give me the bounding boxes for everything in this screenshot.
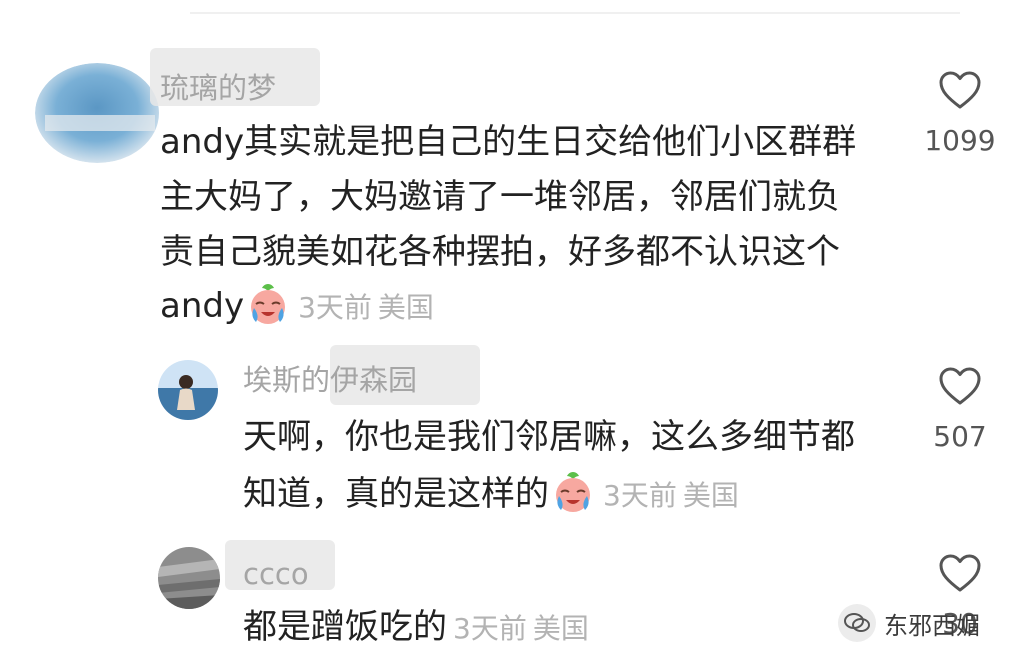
top-divider (190, 12, 960, 14)
comment-last-line: andy 3天前 美国 (160, 279, 434, 335)
username[interactable]: 埃斯的伊森园 (243, 366, 417, 395)
username[interactable]: ccco (243, 560, 309, 589)
comment-line: 责自己貌美如花各种摆拍，好多都不认识这个 (160, 232, 840, 272)
comment-location: 美国 (532, 612, 589, 645)
heart-outline-icon (939, 554, 981, 592)
comment-location: 美国 (377, 291, 434, 324)
comment-location: 美国 (682, 479, 739, 512)
crying-face-emoji (246, 282, 290, 326)
heart-outline-icon (939, 71, 981, 109)
comment-time: 3天前 (453, 612, 527, 645)
comment-time: 3天前 (603, 479, 677, 512)
comment-line: 知道，真的是这样的 (243, 474, 549, 514)
like-button[interactable]: 1099 (915, 70, 1005, 157)
comment-line: 天啊，你也是我们邻居嘛，这么多细节都 (243, 417, 855, 457)
comment-thread: 琉璃的梦 andy其实就是把自己的生日交给他们小区群群 主大妈了，大妈邀请了一堆… (0, 0, 1024, 666)
watermark: 东邪西媚 (838, 604, 980, 642)
like-count: 1099 (924, 124, 996, 157)
like-button[interactable]: 507 (915, 366, 1005, 453)
username[interactable]: 琉璃的梦 (160, 74, 276, 103)
avatar-image (35, 63, 159, 163)
wechat-official-account-icon (838, 604, 876, 642)
avatar[interactable] (35, 63, 160, 163)
heart-outline-icon (939, 367, 981, 405)
watermark-text: 东邪西媚 (884, 611, 980, 640)
comment-line: andy其实就是把自己的生日交给他们小区群群 (160, 122, 857, 162)
comment-line: andy (160, 286, 245, 326)
comment-last-line: 都是蹭饭吃的 3天前 美国 (243, 600, 589, 656)
like-count: 507 (933, 420, 987, 453)
avatar-image (158, 547, 220, 609)
comment-line: 主大妈了，大妈邀请了一堆邻居，邻居们就负 (160, 177, 840, 217)
comment-time: 3天前 (298, 291, 372, 324)
avatar[interactable] (158, 547, 220, 609)
avatar[interactable] (158, 360, 218, 420)
crying-face-emoji (551, 470, 595, 514)
comment-last-line: 知道，真的是这样的 3天前 美国 (243, 467, 739, 523)
comment-line: 都是蹭饭吃的 (243, 607, 447, 647)
avatar-image (158, 360, 218, 420)
